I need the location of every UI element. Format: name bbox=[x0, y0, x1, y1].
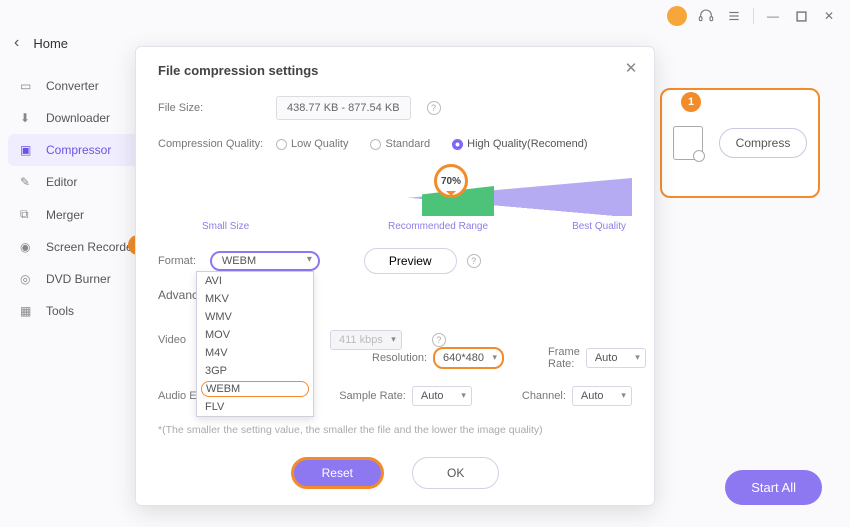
screen-recorder-icon: ◉ bbox=[20, 240, 36, 254]
format-option[interactable]: 3GP bbox=[197, 362, 313, 380]
sidebar-item-label: DVD Burner bbox=[46, 272, 111, 286]
sidebar-item-label: Compressor bbox=[46, 143, 111, 157]
radio-label: High Quality(Recomend) bbox=[467, 138, 587, 150]
quality-gradient bbox=[202, 178, 632, 216]
merger-icon: ⧉ bbox=[20, 207, 36, 222]
quality-slider[interactable]: 70% Small Size Recommended Range Best Qu… bbox=[158, 168, 632, 232]
info-icon[interactable]: ? bbox=[427, 101, 441, 115]
radio-low-quality[interactable]: Low Quality bbox=[276, 138, 348, 150]
hamburger-icon[interactable] bbox=[725, 7, 743, 25]
user-avatar[interactable] bbox=[667, 6, 687, 26]
samplerate-select[interactable]: Auto bbox=[412, 386, 472, 406]
callout-1: 1 bbox=[681, 92, 701, 112]
minimize-icon[interactable]: — bbox=[764, 7, 782, 25]
filesize-value[interactable]: 438.77 KB - 877.54 KB bbox=[276, 96, 411, 120]
info-icon[interactable]: ? bbox=[467, 254, 481, 268]
compressor-icon: ▣ bbox=[20, 143, 36, 157]
close-icon[interactable]: ✕ bbox=[622, 59, 640, 77]
format-option[interactable]: AVI bbox=[197, 272, 313, 290]
home-link[interactable]: ‹ Home bbox=[14, 34, 68, 52]
format-dropdown-list[interactable]: AVI MKV WMV MOV M4V 3GP WEBM FLV bbox=[196, 271, 314, 417]
format-option[interactable]: MKV bbox=[197, 290, 313, 308]
qlabel-small: Small Size bbox=[202, 221, 249, 232]
dvd-burner-icon: ◎ bbox=[20, 272, 36, 286]
video-encoder-label: Video bbox=[158, 334, 186, 346]
format-option[interactable]: FLV bbox=[197, 398, 313, 416]
format-option[interactable]: MOV bbox=[197, 326, 313, 344]
downloader-icon: ⬇ bbox=[20, 111, 36, 125]
close-window-icon[interactable]: ✕ bbox=[820, 7, 838, 25]
format-option[interactable]: WMV bbox=[197, 308, 313, 326]
converter-icon: ▭ bbox=[20, 79, 36, 93]
radio-label: Low Quality bbox=[291, 138, 348, 150]
tools-icon: ▦ bbox=[20, 304, 36, 318]
resolution-select[interactable]: 640*480 bbox=[433, 347, 504, 369]
document-settings-icon[interactable] bbox=[673, 126, 703, 160]
filesize-label: File Size: bbox=[158, 102, 268, 114]
sidebar-item-label: Downloader bbox=[46, 111, 110, 125]
framerate-select[interactable]: Auto bbox=[586, 348, 646, 368]
sidebar-item-label: Merger bbox=[46, 208, 84, 222]
sidebar-item-label: Converter bbox=[46, 79, 99, 93]
sidebar-item-label: Tools bbox=[46, 304, 74, 318]
channel-select[interactable]: Auto bbox=[572, 386, 632, 406]
quality-percent-bubble[interactable]: 70% bbox=[434, 164, 468, 198]
resolution-label: Resolution: bbox=[372, 352, 427, 364]
quality-label: Compression Quality: bbox=[158, 138, 268, 150]
bitrate-input[interactable]: 411 kbps bbox=[330, 330, 402, 350]
dialog-title: File compression settings bbox=[158, 63, 632, 78]
preview-button[interactable]: Preview bbox=[364, 248, 457, 274]
sidebar-item-label: Editor bbox=[46, 175, 77, 189]
format-option[interactable]: M4V bbox=[197, 344, 313, 362]
maximize-icon[interactable] bbox=[792, 7, 810, 25]
channel-label: Channel: bbox=[522, 390, 566, 402]
chevron-left-icon: ‹ bbox=[14, 34, 19, 52]
setting-hint: *(The smaller the setting value, the sma… bbox=[158, 424, 632, 436]
reset-button[interactable]: Reset bbox=[291, 457, 384, 489]
qlabel-recommended: Recommended Range bbox=[388, 221, 488, 232]
radio-label: Standard bbox=[385, 138, 430, 150]
radio-standard[interactable]: Standard bbox=[370, 138, 430, 150]
file-compression-settings-dialog: File compression settings ✕ File Size: 4… bbox=[135, 46, 655, 506]
sidebar-item-label: Screen Recorder bbox=[46, 240, 137, 254]
home-label: Home bbox=[33, 36, 68, 51]
radio-high-quality[interactable]: High Quality(Recomend) bbox=[452, 138, 587, 150]
editor-icon: ✎ bbox=[20, 175, 36, 189]
support-icon[interactable] bbox=[697, 7, 715, 25]
qlabel-best: Best Quality bbox=[572, 221, 626, 232]
ok-button[interactable]: OK bbox=[412, 457, 499, 489]
format-select[interactable]: WEBM bbox=[210, 251, 320, 271]
format-label: Format: bbox=[158, 255, 196, 267]
compress-button[interactable]: Compress bbox=[719, 128, 808, 158]
samplerate-label: Sample Rate: bbox=[339, 390, 406, 402]
info-icon[interactable]: ? bbox=[432, 333, 446, 347]
start-all-button[interactable]: Start All bbox=[725, 470, 822, 505]
framerate-label: Frame Rate: bbox=[548, 346, 580, 370]
format-option-highlighted[interactable]: WEBM bbox=[201, 381, 309, 397]
